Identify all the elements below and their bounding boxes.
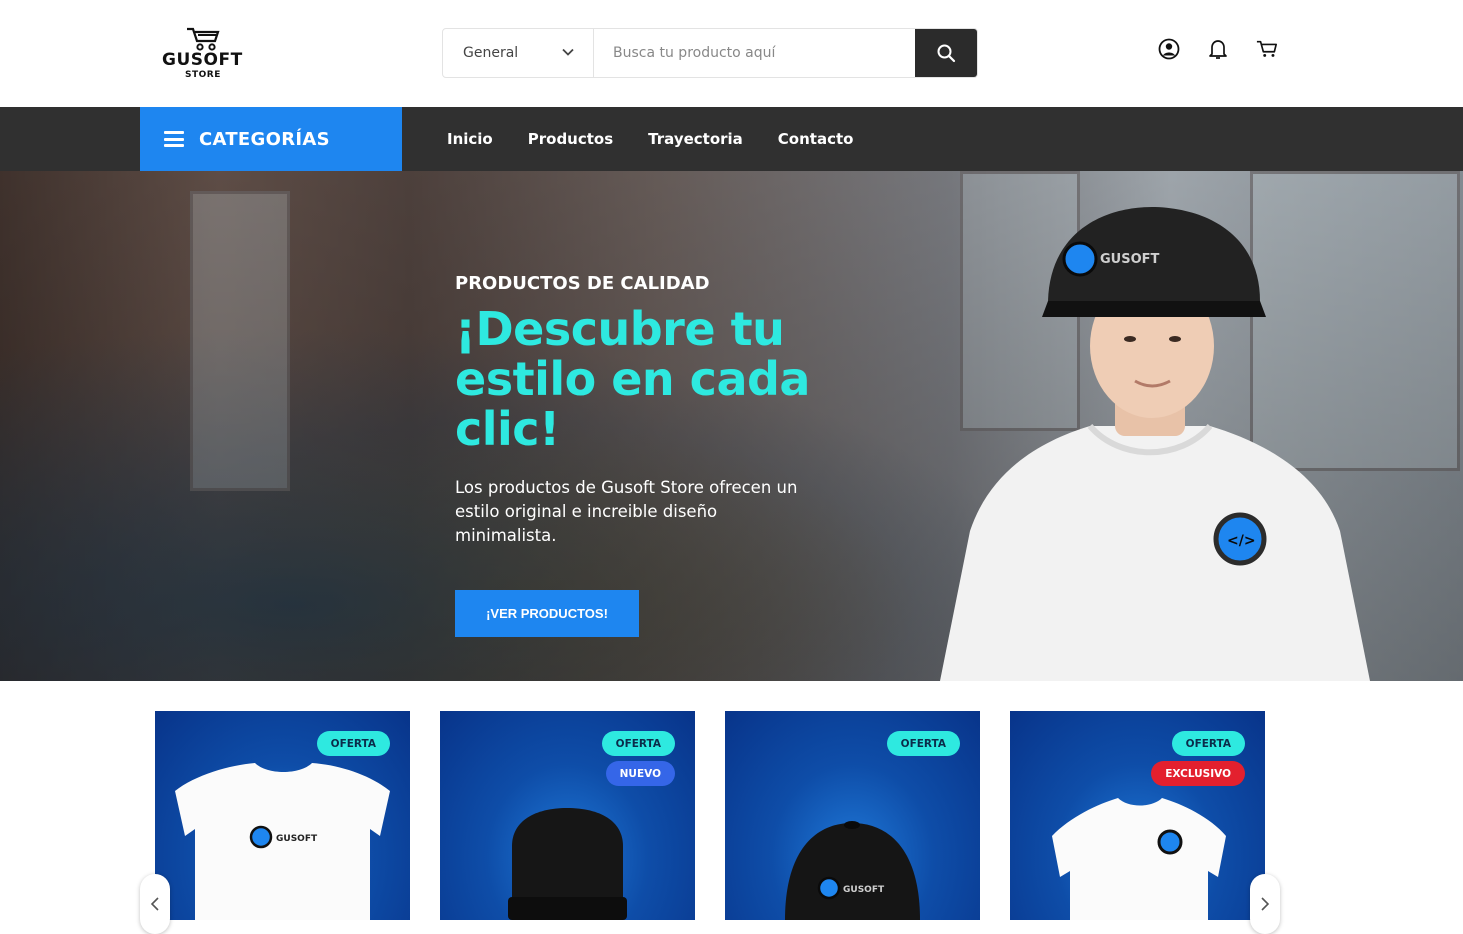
- carousel-prev-button[interactable]: [140, 874, 170, 934]
- hero-title: ¡Descubre tu estilo en cada clic!: [455, 302, 810, 456]
- badge-oferta: OFERTA: [601, 731, 675, 756]
- hero-content: PRODUCTOS DE CALIDAD ¡Descubre tu estilo…: [455, 273, 855, 548]
- search-input[interactable]: [594, 29, 915, 77]
- search-icon: [937, 44, 956, 63]
- bell-icon[interactable]: [1207, 36, 1229, 62]
- menu-icon: [164, 131, 184, 147]
- cart-icon[interactable]: [1256, 36, 1278, 62]
- chevron-left-icon: [150, 897, 159, 911]
- user-icon[interactable]: [1158, 36, 1180, 62]
- chevron-right-icon: [1261, 897, 1270, 911]
- cap-print-text: GUSOFT: [1100, 252, 1160, 267]
- nav-link-trayectoria[interactable]: Trayectoria: [648, 130, 743, 148]
- product-card[interactable]: OFERTA EXCLUSIVO: [1010, 711, 1265, 920]
- search-bar: General: [442, 28, 978, 78]
- product-card[interactable]: GUSOFT OFERTA: [155, 711, 410, 920]
- search-button[interactable]: [915, 29, 977, 77]
- svg-text:</>: </>: [1227, 533, 1256, 549]
- product-card[interactable]: OFERTA NUEVO: [440, 711, 695, 920]
- search-category-select[interactable]: General: [443, 29, 594, 77]
- carousel-next-button[interactable]: [1250, 874, 1280, 934]
- nav-link-productos[interactable]: Productos: [528, 130, 613, 148]
- main-navigation: CATEGORÍAS Inicio Productos Trayectoria …: [0, 107, 1463, 171]
- badge-oferta: OFERTA: [886, 731, 960, 756]
- cap-print-text: GUSOFT: [843, 885, 885, 895]
- logo-cart-icon: [187, 27, 220, 51]
- badge-nuevo: NUEVO: [605, 761, 675, 786]
- search-category-value: General: [463, 45, 519, 61]
- hero-banner: GUSOFT </> PRODUCTOS DE CALIDAD ¡Descubr…: [0, 171, 1463, 681]
- logo-sub-text: STORE: [185, 70, 221, 80]
- model-image: GUSOFT </>: [940, 206, 1370, 681]
- categories-button[interactable]: CATEGORÍAS: [140, 107, 402, 171]
- tshirt-print-text: GUSOFT: [276, 834, 318, 844]
- chevron-down-icon: [562, 48, 574, 56]
- logo-brand-text: GUSOFT: [162, 50, 243, 70]
- view-products-button[interactable]: ¡VER PRODUCTOS!: [455, 590, 639, 637]
- hero-description: Los productos de Gusoft Store ofrecen un…: [455, 478, 798, 545]
- badge-oferta: OFERTA: [316, 731, 390, 756]
- nav-link-inicio[interactable]: Inicio: [447, 130, 493, 148]
- nav-links: Inicio Productos Trayectoria Contacto: [447, 107, 853, 171]
- site-header: GUSOFT STORE General: [0, 0, 1463, 107]
- nav-link-contacto[interactable]: Contacto: [778, 130, 854, 148]
- hero-kicker: PRODUCTOS DE CALIDAD: [455, 273, 710, 294]
- header-actions: [1158, 36, 1278, 62]
- categories-label: CATEGORÍAS: [199, 128, 330, 150]
- product-card[interactable]: GUSOFT OFERTA: [725, 711, 980, 920]
- badge-oferta: OFERTA: [1171, 731, 1245, 756]
- badge-exclusivo: EXCLUSIVO: [1151, 761, 1245, 786]
- products-carousel: GUSOFT OFERTA OFERTA NUEVO GUSOFT OFERTA…: [155, 711, 1265, 920]
- gusoft-store-logo[interactable]: GUSOFT STORE: [160, 26, 250, 86]
